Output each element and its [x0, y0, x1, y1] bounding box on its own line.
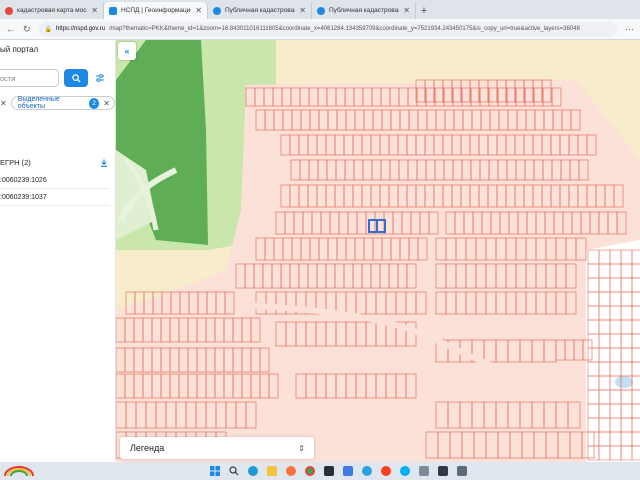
map-canvas[interactable]	[116, 40, 640, 462]
url-path: /map?thematic=PKK&theme_id=1&zoom=16.843…	[108, 26, 580, 32]
firefox-icon[interactable]	[283, 463, 299, 479]
mail-icon[interactable]	[416, 463, 432, 479]
tab-title: Публичная кадастровая карта Р	[329, 7, 400, 14]
os-taskbar	[0, 462, 640, 480]
url-host: https://nspd.gov.ru	[56, 26, 105, 32]
skype-icon[interactable]	[397, 463, 413, 479]
result-item[interactable]: :0060239:1026	[0, 172, 110, 189]
url-field[interactable]: 🔒 https://nspd.gov.ru/map?thematic=PKK&t…	[38, 21, 617, 37]
close-tab-icon[interactable]: ✕	[299, 6, 306, 15]
browser-tab-1[interactable]: кадастровая карта московско ✕	[0, 2, 104, 19]
result-item[interactable]: :0060239:1037	[0, 189, 110, 206]
search-icon[interactable]	[226, 463, 242, 479]
lock-icon: 🔒	[44, 26, 53, 33]
nspd-favicon-icon	[109, 6, 117, 15]
chip-close-icon[interactable]: ✕	[103, 99, 110, 108]
yandex-favicon-icon	[5, 6, 13, 15]
close-tab-icon[interactable]: ✕	[195, 6, 202, 15]
tab-title: НСПД | Геоинформационный	[121, 7, 191, 14]
back-icon[interactable]: ←	[6, 24, 15, 34]
close-tab-icon[interactable]: ✕	[91, 6, 98, 15]
filter-chips: ✕ Выделенные объекты 2 ✕	[0, 96, 115, 110]
search-icon	[71, 73, 81, 83]
tab-title: Публичная кадастровая карта	[225, 7, 296, 14]
expand-toggle-icon[interactable]: ⇕	[298, 444, 305, 453]
chrome-icon[interactable]	[302, 463, 318, 479]
extensions-icon[interactable]: ⋯	[625, 24, 634, 35]
egrn-section-header: ЕГРН (2)	[0, 158, 108, 167]
browser-tab-bar: кадастровая карта московско ✕ НСПД | Гео…	[0, 0, 640, 19]
selected-objects-chip[interactable]: Выделенные объекты 2 ✕	[10, 96, 115, 110]
sliders-icon	[96, 74, 104, 82]
legend-panel[interactable]: Легенда ⇕	[120, 437, 314, 459]
map-pin-favicon-icon	[213, 6, 221, 15]
legend-label: Легенда	[130, 443, 165, 453]
yandex-browser-icon[interactable]	[378, 463, 394, 479]
rainbow-icon	[4, 466, 34, 476]
map-pin-favicon-icon	[317, 6, 325, 15]
double-chevron-left-icon: «	[124, 46, 130, 56]
filter-button[interactable]	[92, 70, 108, 86]
telegram-icon[interactable]	[359, 463, 375, 479]
file-explorer-icon[interactable]	[264, 463, 280, 479]
browser-tab-4[interactable]: Публичная кадастровая карта Р ✕	[312, 2, 416, 19]
edge-icon[interactable]	[245, 463, 261, 479]
browser-tab-2[interactable]: НСПД | Геоинформационный ✕	[104, 2, 208, 19]
portal-title: ый портал	[0, 45, 39, 54]
vpn-icon[interactable]	[321, 463, 337, 479]
tab-title: кадастровая карта московско	[17, 7, 87, 14]
close-tab-icon[interactable]: ✕	[403, 6, 410, 15]
search-input[interactable]: ости	[0, 69, 59, 87]
photos-icon[interactable]	[340, 463, 356, 479]
windows-start-icon[interactable]	[207, 463, 223, 479]
cadastral-map[interactable]: « Легенда ⇕	[116, 40, 640, 462]
chip-label: Выделенные объекты	[17, 96, 60, 110]
weather-widget[interactable]	[0, 462, 40, 480]
store-icon[interactable]	[454, 463, 470, 479]
sidebar-panel: ый портал ости ✕ Выделенные объекты 2 ✕ …	[0, 40, 116, 460]
egrn-label: ЕГРН (2)	[0, 158, 31, 167]
browser-tab-3[interactable]: Публичная кадастровая карта ✕	[208, 2, 312, 19]
monitor-icon[interactable]	[435, 463, 451, 479]
selected-count-badge: 2	[88, 97, 100, 109]
new-tab-button[interactable]: +	[416, 2, 432, 19]
reload-icon[interactable]: ↻	[23, 24, 31, 35]
collapse-sidebar-button[interactable]: «	[118, 42, 136, 60]
download-icon[interactable]	[100, 159, 108, 167]
chip-close-icon[interactable]: ✕	[0, 99, 7, 108]
address-bar-row: ← ↻ 🔒 https://nspd.gov.ru/map?thematic=P…	[0, 19, 640, 40]
search-button[interactable]	[64, 69, 88, 87]
